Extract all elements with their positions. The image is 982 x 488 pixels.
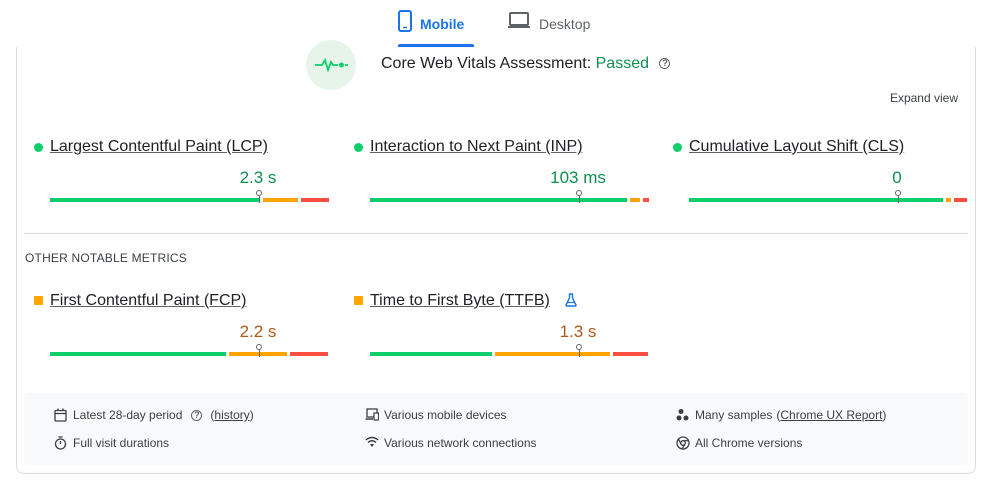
percentile-marker [895,190,901,203]
metric-cls-link[interactable]: Cumulative Layout Shift (CLS) [689,138,904,156]
metric-cls-value: 0 [892,168,902,187]
wifi-icon [365,436,379,450]
footer-devices: Various mobile devices [365,408,507,422]
tab-desktop[interactable]: Desktop [507,10,607,48]
devices-icon [365,408,380,422]
users-icon [676,408,690,422]
metric-cls-distribution-bar [689,190,967,203]
assessment-label: Core Web Vitals Assessment: [381,55,592,72]
metric-inp: Interaction to Next Paint (INP) 103 ms [354,138,650,208]
footer-network: Various network connections [365,436,537,450]
history-link[interactable]: history [214,408,249,422]
metric-ttfb-value: 1.3 s [559,322,597,341]
chrome-ux-report-link[interactable]: Chrome UX Report [780,408,882,422]
metric-lcp-distribution-bar [50,190,329,203]
data-context-footer [24,393,968,465]
average-status-square [354,296,363,305]
percentile-marker [576,190,582,203]
footer-chrome-versions-text: All Chrome versions [695,436,803,450]
bar-segment-poor [301,198,329,202]
metric-ttfb: Time to First Byte (TTFB) 1.3 s [354,292,650,362]
bar-segment-average [495,352,610,356]
footer-samples: Many samples (Chrome UX Report) [676,408,886,422]
bar-segment-average [630,198,640,202]
metric-inp-distribution-bar [370,190,649,203]
history-close-paren: ) [249,408,254,422]
tab-mobile[interactable]: Mobile [398,10,478,48]
bar-segment-poor [643,198,649,202]
bar-segment-good [50,352,226,356]
metric-ttfb-distribution-bar [370,344,648,357]
good-status-dot [354,143,363,152]
footer-network-text: Various network connections [384,436,537,450]
expand-view-button[interactable]: Expand view [890,91,958,105]
bar-segment-good [689,198,943,202]
bar-segment-good [370,352,492,356]
metric-fcp-link[interactable]: First Contentful Paint (FCP) [50,292,247,310]
footer-period-text: Latest 28-day period [73,408,183,422]
bar-segment-poor [954,198,967,202]
device-tabs: Mobile Desktop [0,0,982,48]
metric-fcp: First Contentful Paint (FCP) 2.2 s [34,292,330,362]
section-divider [24,233,968,234]
vitals-pulse-icon [306,40,356,90]
smartphone-icon [398,10,412,35]
footer-durations-text: Full visit durations [73,436,170,450]
bar-segment-good [370,198,627,202]
chrome-icon [676,436,690,450]
laptop-icon [507,10,531,33]
bar-segment-poor [613,352,648,356]
footer-chrome-versions: All Chrome versions [676,436,802,450]
metric-cls: Cumulative Layout Shift (CLS) 0 [673,138,969,208]
bar-segment-poor [290,352,328,356]
bar-segment-average [946,198,951,202]
metric-lcp-link[interactable]: Largest Contentful Paint (LCP) [50,138,268,156]
percentile-marker [256,344,262,357]
percentile-marker [576,344,582,357]
metric-ttfb-link[interactable]: Time to First Byte (TTFB) [370,292,550,310]
assessment-title: Core Web Vitals Assessment: Passed ? [381,55,671,73]
metric-fcp-distribution-bar [50,344,328,357]
footer-durations: Full visit durations [54,436,169,450]
metric-inp-link[interactable]: Interaction to Next Paint (INP) [370,138,583,156]
footer-period: Latest 28-day period ? (history) [54,408,254,422]
footer-samples-text: Many samples [695,408,773,422]
good-status-dot [34,143,43,152]
metric-lcp-value: 2.3 s [239,168,277,187]
bar-segment-average [263,198,298,202]
good-status-dot [673,143,682,152]
metric-lcp: Largest Contentful Paint (LCP) 2.3 s [34,138,330,208]
average-status-square [34,296,43,305]
footer-devices-text: Various mobile devices [384,408,507,422]
metric-inp-value: 103 ms [550,168,606,187]
tab-desktop-label: Desktop [539,16,591,32]
flask-icon [565,293,577,312]
help-icon[interactable]: ? [191,409,203,421]
metric-fcp-value: 2.2 s [239,322,277,341]
percentile-marker [256,190,262,203]
stopwatch-icon [54,436,68,450]
calendar-icon [54,408,68,422]
tab-mobile-label: Mobile [420,16,465,32]
help-icon[interactable]: ? [659,58,671,70]
other-metrics-heading: OTHER NOTABLE METRICS [25,251,187,265]
samples-close-paren: ) [882,408,887,422]
bar-segment-good [50,198,260,202]
assessment-status: Passed [595,55,649,72]
